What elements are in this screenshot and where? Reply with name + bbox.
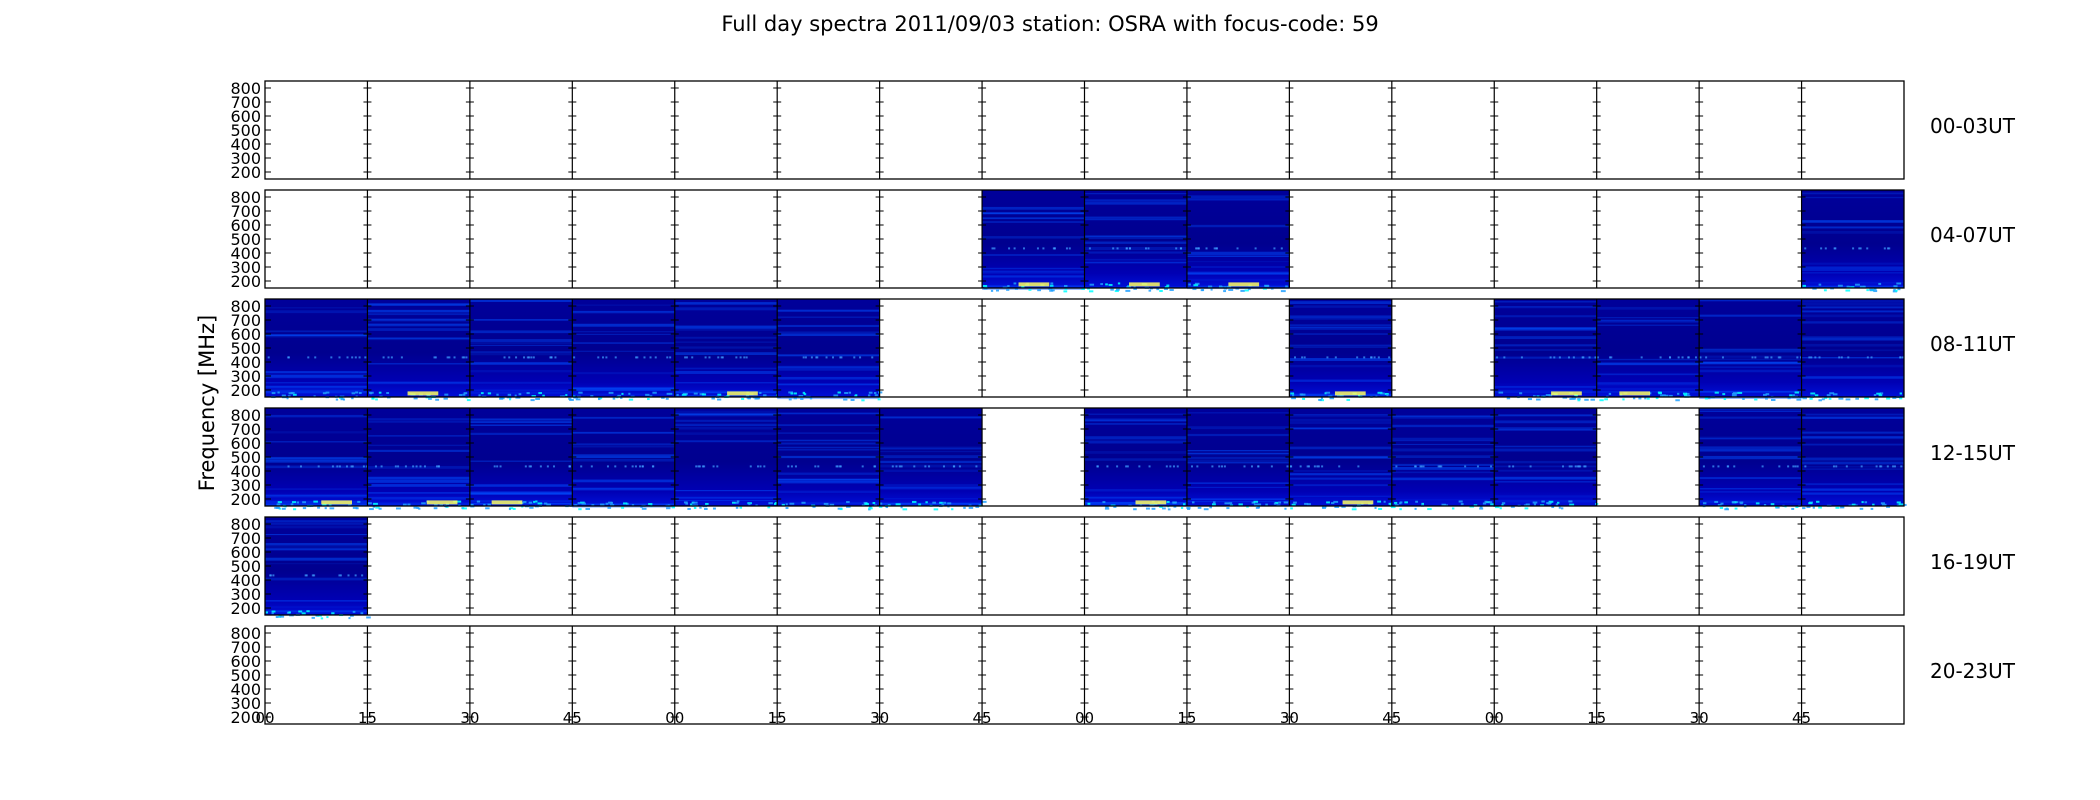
spectrum-cell <box>982 190 1087 293</box>
row-label: 04-07UT <box>1930 223 2016 247</box>
spectrum-cell <box>572 408 675 511</box>
spectrum-cell <box>674 408 779 510</box>
spectrum-cell <box>1186 408 1290 511</box>
y-tick-label: 800 <box>230 79 261 98</box>
x-tick-label: 45 <box>563 709 582 727</box>
x-tick-label: 30 <box>1690 709 1709 727</box>
spectrum-cell <box>674 299 782 401</box>
spectrum-cell <box>1289 299 1392 402</box>
x-tick-label: 00 <box>255 709 274 727</box>
y-tick-label: 800 <box>230 624 261 643</box>
x-tick-label: 15 <box>1177 709 1196 727</box>
spectrum-cell <box>265 408 369 511</box>
spectrum-cell <box>572 299 675 401</box>
spectrum-cell <box>1084 408 1191 511</box>
spectrum-cell <box>265 517 371 620</box>
x-tick-label: 00 <box>1075 709 1094 727</box>
spectrum-cell <box>1494 299 1597 402</box>
spectrum-cell <box>265 299 368 401</box>
x-tick-label: 00 <box>1485 709 1504 727</box>
spectrum-cell <box>777 408 883 511</box>
spectrum-cell <box>1084 190 1187 293</box>
y-tick-label: 800 <box>230 515 261 534</box>
spectrum-cell <box>1289 408 1396 511</box>
spectrum-cell <box>1391 408 1498 511</box>
spectrum-cell <box>367 408 470 511</box>
spectrum-cell <box>1801 408 1907 510</box>
x-tick-label: 45 <box>1792 709 1811 727</box>
y-tick-label: 800 <box>230 297 261 316</box>
y-tick-label: 800 <box>230 406 261 425</box>
spectrum-cell <box>1699 299 1805 402</box>
row-label: 16-19UT <box>1930 550 2016 574</box>
spectrum-cell <box>469 408 574 511</box>
x-tick-label: 30 <box>1280 709 1299 727</box>
spectrum-cell <box>1494 408 1599 510</box>
x-tick-label: 45 <box>1382 709 1401 727</box>
chart-title: Full day spectra 2011/09/03 station: OSR… <box>721 12 1378 36</box>
x-tick-label: 00 <box>665 709 684 727</box>
x-tick-label: 30 <box>870 709 889 727</box>
spectrum-cell <box>1596 299 1700 402</box>
spectrum-cell <box>367 299 471 402</box>
spectrum-cell <box>469 299 574 402</box>
panels: 20030040050060070080000-03UT200300400500… <box>230 79 2015 727</box>
row-label: 20-23UT <box>1930 659 2016 683</box>
row-label: 12-15UT <box>1930 441 2016 465</box>
y-tick-label: 800 <box>230 188 261 207</box>
spectrum-cell <box>1699 408 1802 511</box>
spectrum-cell <box>879 408 987 511</box>
spectrum-cell <box>1801 299 1904 402</box>
x-tick-label: 15 <box>358 709 377 727</box>
spectrum-cell <box>1801 190 1904 293</box>
row-label: 00-03UT <box>1930 114 2016 138</box>
y-axis-label: Frequency [MHz] <box>195 315 219 491</box>
spectrum-cell <box>1186 190 1290 293</box>
spectra-chart: Full day spectra 2011/09/03 station: OSR… <box>195 12 2016 727</box>
x-tick-label: 15 <box>1587 709 1606 727</box>
x-tick-label: 15 <box>768 709 787 727</box>
spectrum-cell <box>777 299 883 402</box>
x-tick-label: 45 <box>973 709 992 727</box>
x-tick-label: 30 <box>460 709 479 727</box>
row-label: 08-11UT <box>1930 332 2016 356</box>
